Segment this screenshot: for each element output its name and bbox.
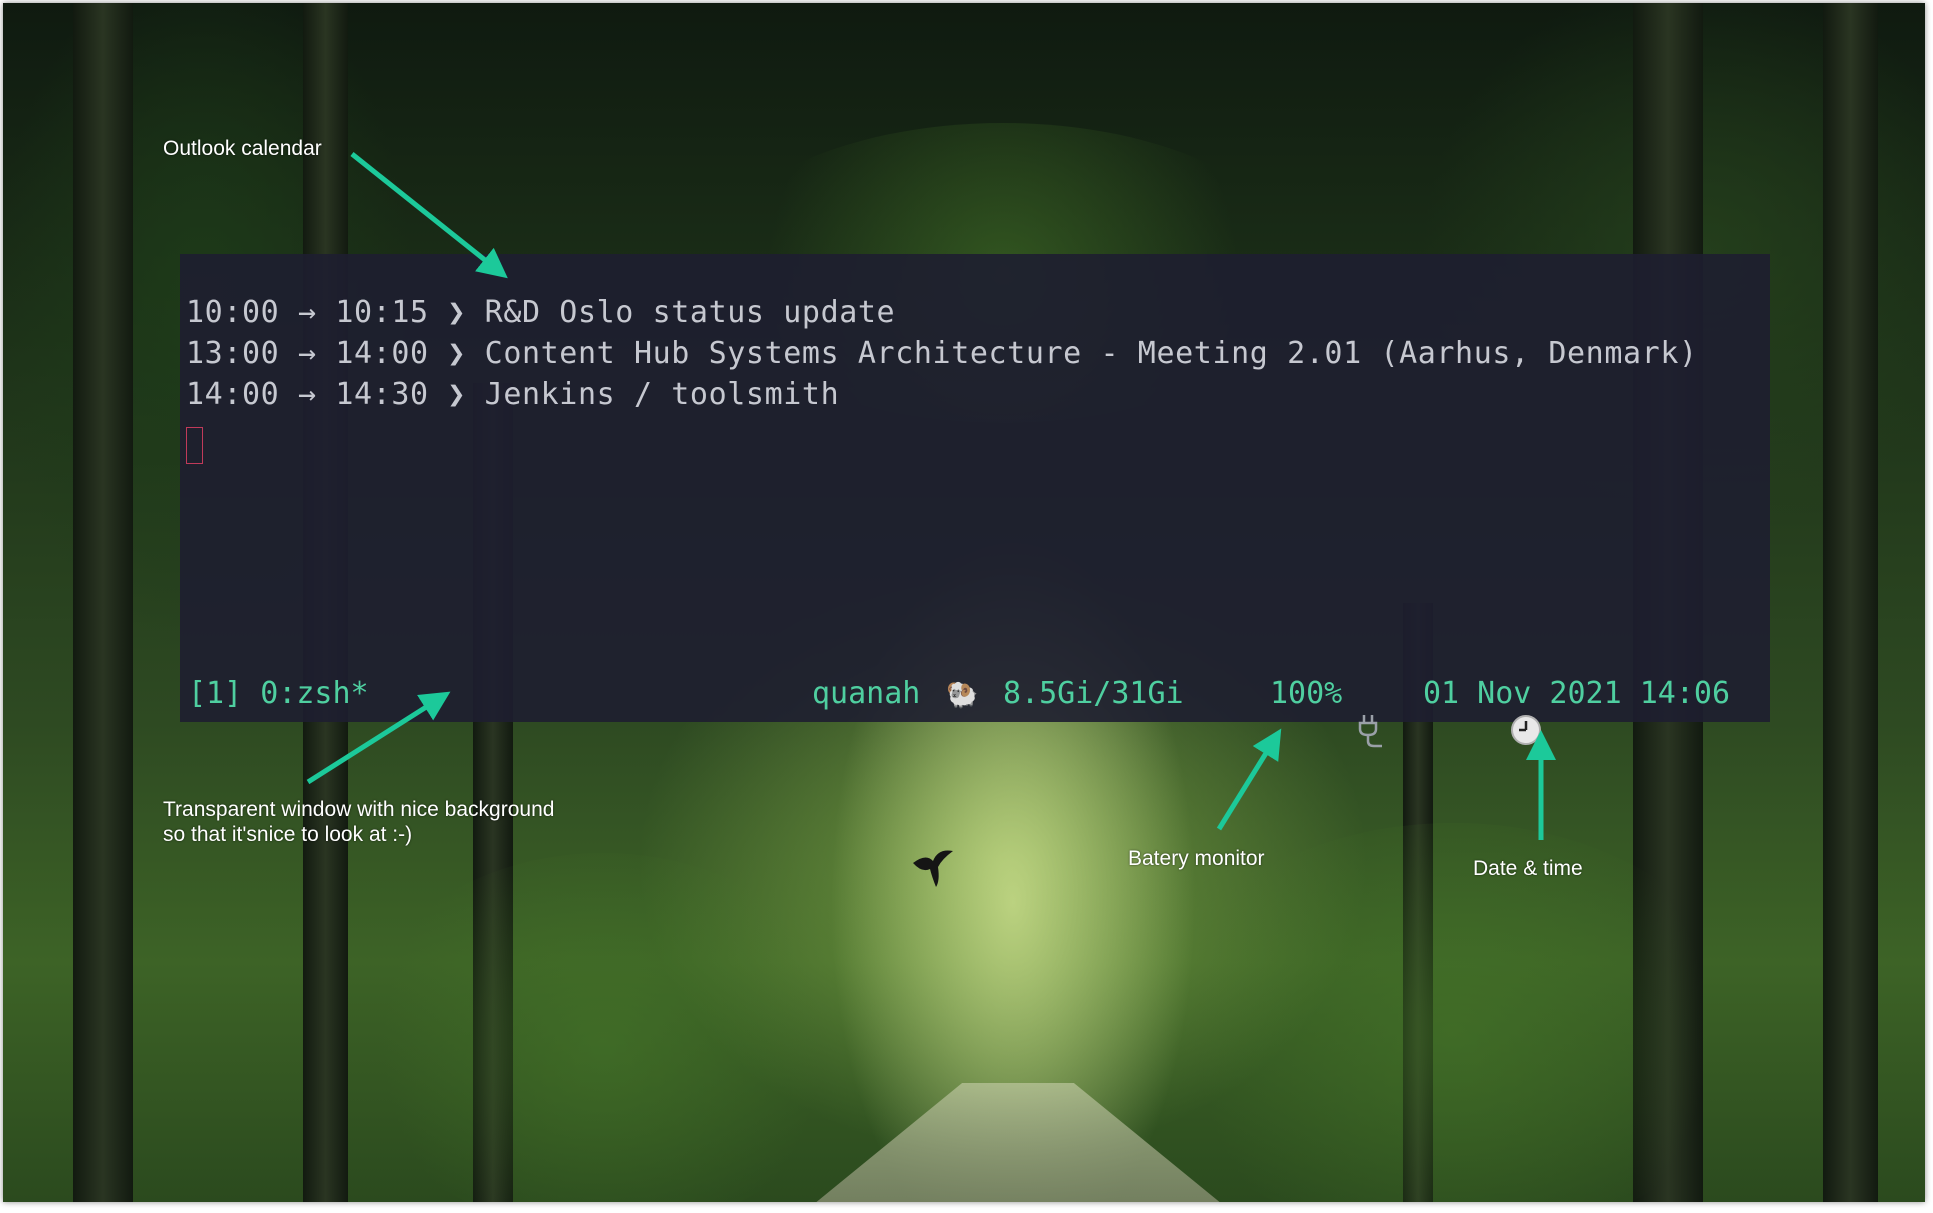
calendar-event: 14:00 → 14:30 ❯ Jenkins / toolsmith	[186, 377, 839, 412]
annotation-line: Transparent window with nice background	[163, 798, 555, 821]
desktop-wallpaper: 10:00 → 10:15 ❯ R&D Oslo status update 1…	[3, 3, 1925, 1202]
session-label[interactable]: [1] 0:zsh*	[188, 676, 369, 711]
event-start: 10:00	[186, 295, 280, 330]
annotation-calendar: Outlook calendar	[163, 137, 322, 160]
ram-icon: 🐏	[946, 680, 979, 710]
event-title: R&D Oslo status update	[484, 295, 896, 330]
terminal-window[interactable]: 10:00 → 10:15 ❯ R&D Oslo status update 1…	[180, 254, 1770, 748]
event-end: 14:30	[335, 377, 429, 412]
battery-level: 100%	[1270, 676, 1343, 711]
tree-trunk	[1823, 3, 1878, 1202]
terminal-cursor	[186, 427, 203, 464]
tree-trunk	[73, 3, 133, 1202]
separator-glyph: ❯	[447, 336, 466, 371]
separator-glyph: ❯	[447, 295, 466, 330]
annotation-datetime: Date & time	[1473, 857, 1583, 880]
calendar-event: 13:00 → 14:00 ❯ Content Hub Systems Arch…	[186, 336, 1698, 371]
event-title: Jenkins / toolsmith	[484, 377, 840, 412]
event-start: 14:00	[186, 377, 280, 412]
arrow-glyph: →	[297, 336, 317, 371]
arrow-glyph: →	[297, 377, 317, 412]
event-start: 13:00	[186, 336, 280, 371]
tmux-status-bar: [1] 0:zsh* quanah 🐏 8.5Gi/31Gi 100% 01 N…	[180, 668, 1770, 748]
calendar-event: 10:00 → 10:15 ❯ R&D Oslo status update	[186, 295, 895, 330]
annotation-battery: Batery monitor	[1128, 847, 1265, 870]
foliage	[353, 853, 853, 1202]
arrow-glyph: →	[297, 295, 317, 330]
hostname: quanah	[812, 676, 921, 711]
annotation-line: so that it'snice to look at :-)	[163, 823, 413, 846]
separator-glyph: ❯	[447, 377, 466, 412]
event-title: Content Hub Systems Architecture - Meeti…	[484, 336, 1698, 371]
event-end: 14:00	[335, 336, 429, 371]
memory-usage: 8.5Gi/31Gi	[1003, 676, 1184, 711]
bird-icon	[913, 850, 953, 887]
annotation-transparent-window: Transparent window with nice background …	[163, 797, 554, 847]
event-end: 10:15	[335, 295, 429, 330]
date-time: 01 Nov 2021 14:06	[1423, 676, 1731, 711]
